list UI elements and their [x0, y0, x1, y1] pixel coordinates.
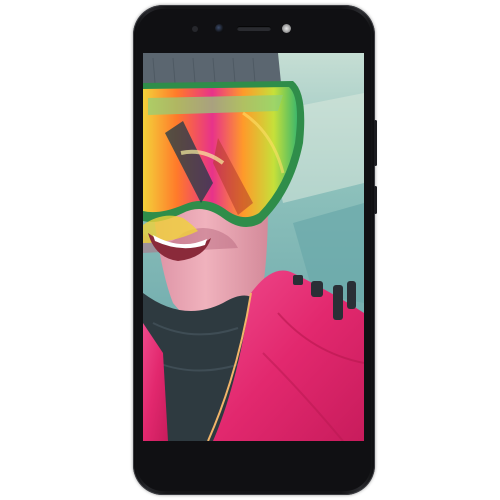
selfie-wallpaper: [143, 53, 364, 441]
power-button[interactable]: [374, 186, 377, 214]
front-camera-icon: [215, 24, 224, 33]
proximity-sensor: [192, 26, 198, 32]
earpiece-speaker: [237, 26, 271, 31]
volume-button[interactable]: [374, 120, 377, 166]
phone-screen: [143, 53, 364, 441]
front-flash: [282, 24, 291, 33]
